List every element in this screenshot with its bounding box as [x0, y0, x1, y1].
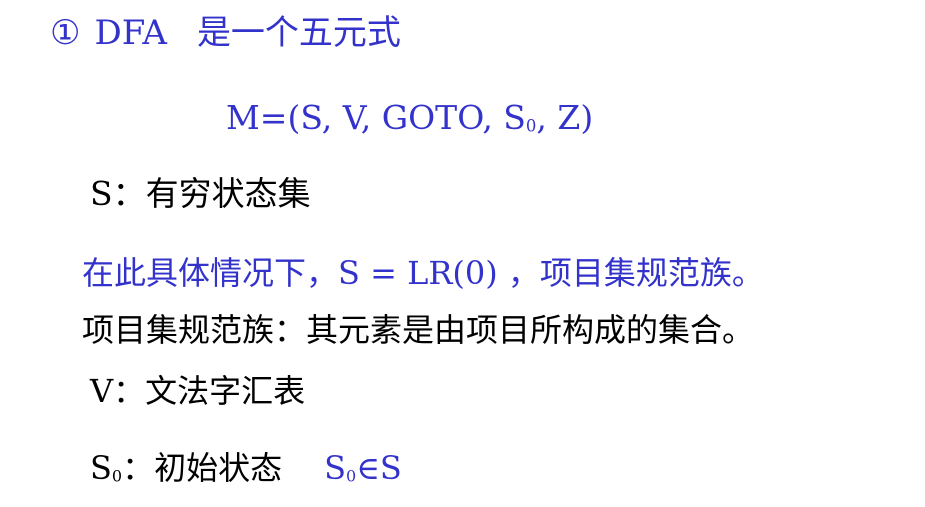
formula-suffix: , Z) — [536, 98, 594, 137]
initial-state-subscript: 0 — [111, 466, 123, 486]
membership-expression: S0∈S — [324, 449, 402, 487]
expr-symbol: S — [324, 449, 347, 487]
expr-suffix: ∈S — [356, 449, 402, 487]
states-set-line: S：有穷状态集 — [90, 174, 311, 213]
lr0-explanation-line: 在此具体情况下，S = LR(0) ，项目集规范族。 — [82, 254, 764, 292]
circled-number-one: ① — [50, 13, 81, 53]
formula-subscript: 0 — [525, 116, 537, 136]
heading-text: 是一个五元式 — [196, 13, 401, 53]
expr-subscript: 0 — [346, 466, 357, 486]
initial-state-line: S0：初始状态 S0∈S — [90, 452, 402, 484]
initial-state-symbol: S — [90, 449, 112, 487]
dfa-definition-heading: ① DFA 是一个五元式 — [50, 16, 401, 50]
dfa-term: DFA — [94, 13, 167, 53]
initial-state-label: ：初始状态 — [122, 449, 283, 487]
formula-prefix: M=(S, V, GOTO, S — [226, 98, 526, 137]
five-tuple-formula: M=(S, V, GOTO, S0, Z) — [226, 101, 593, 135]
vocabulary-line: V：文法字汇表 — [90, 372, 306, 410]
canonical-collection-definition: 项目集规范族：其元素是由项目所构成的集合。 — [82, 311, 755, 349]
